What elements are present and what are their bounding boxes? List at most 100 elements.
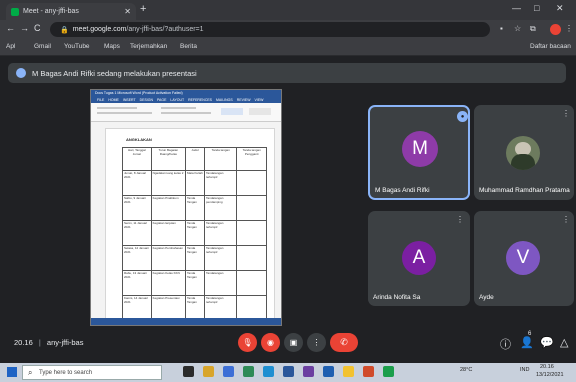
activities-icon[interactable]: △ [560, 336, 568, 349]
extensions-icon[interactable]: ⧉ [530, 24, 536, 34]
table-cell: Tandatangan [204, 270, 238, 296]
camera-indicator-icon[interactable]: ▪ [500, 24, 503, 33]
table-cell: Kegiatan Presentasi [150, 295, 187, 321]
bookmark-news[interactable]: Berita [180, 43, 197, 50]
table-header-cell: Tanda tangan [204, 147, 238, 171]
close-window-button[interactable]: ✕ [556, 3, 564, 14]
browser-menu-icon[interactable]: ⋮ [565, 24, 573, 33]
presenter-avatar-icon [16, 68, 26, 78]
table-cell: Kamis, 14 Januari 2021 [122, 295, 152, 321]
app-icon[interactable] [383, 366, 394, 377]
people-count-badge: 6 [528, 331, 532, 337]
bookmark-apps[interactable]: Apl [6, 43, 15, 50]
mail-icon[interactable] [263, 366, 274, 377]
star-icon[interactable]: ☆ [514, 24, 521, 33]
word-ribbon [91, 103, 281, 122]
participant-tile[interactable]: ⋮ A Arinda Nofita Sa [368, 211, 470, 306]
table-cell: Mata Kuliah [184, 170, 206, 196]
table-cell [236, 245, 267, 271]
clock-date[interactable]: 13/12/2021 [536, 372, 564, 378]
taskbar-search-input[interactable]: ⌕ Type here to search [22, 365, 162, 380]
table-cell: Rabu, 13 Januari 2021 [122, 270, 152, 296]
table-cell: Jumat, 8 Januari 2021 [122, 170, 152, 196]
doc-table: Hari, Tanggal Jumat Turun Bagaian Ruang/… [122, 147, 267, 321]
maximize-button[interactable]: □ [534, 3, 539, 13]
table-cell [236, 170, 267, 196]
presenting-banner: M Bagas Andi Rifki sedang melakukan pres… [8, 63, 566, 83]
app-icon[interactable] [323, 366, 334, 377]
more-options-icon[interactable]: ⋮ [456, 215, 464, 224]
present-button[interactable]: ▣ [284, 333, 303, 352]
lock-icon: 🔒 [60, 26, 69, 34]
profile-avatar[interactable] [550, 24, 561, 35]
windows-start-icon[interactable] [7, 367, 17, 377]
edge-icon[interactable] [243, 366, 254, 377]
task-view-icon[interactable] [183, 366, 194, 377]
word-statusbar [91, 318, 281, 325]
table-cell: Tandatangan terlampir [204, 295, 238, 321]
participant-tile[interactable]: ● M M Bagas Andi Rifki [368, 105, 470, 200]
doc-heading: ANGKLAKAN [126, 137, 152, 142]
more-options-button[interactable]: ⋮ [307, 333, 326, 352]
meeting-time: 20.16 [14, 338, 33, 347]
participant-name: M Bagas Andi Rifki [375, 187, 430, 194]
table-cell: Tandatangan terlampir [204, 170, 238, 196]
participant-name: Ayde [479, 294, 494, 301]
table-header-cell: Judul [184, 147, 206, 171]
ribbon-tab: FILE [97, 98, 105, 102]
avatar: M [402, 131, 438, 167]
participant-tile[interactable]: ⋮ V Ayde [474, 211, 574, 306]
store-icon[interactable] [223, 366, 234, 377]
url-host: meet.google.com [72, 26, 127, 33]
app-icon[interactable] [303, 366, 314, 377]
close-tab-icon[interactable]: ✕ [124, 7, 131, 16]
people-icon[interactable]: 👤 [520, 336, 534, 349]
clock-time[interactable]: 20.16 [540, 364, 554, 370]
shared-screen: Docs Tugas 1 Microsoft Word (Product Act… [90, 89, 282, 326]
more-options-icon[interactable]: ⋮ [562, 215, 570, 224]
bookmark-youtube[interactable]: YouTube [64, 43, 90, 50]
table-cell: Kegiatan lanjutan [150, 220, 187, 246]
table-cell: Selasa, 12 Januari 2021 [122, 245, 152, 271]
url-path: /any-jffi-bas/?authuser=1 [126, 26, 204, 33]
bookmark-maps[interactable]: Maps [104, 43, 120, 50]
participant-name: Muhammad Ramdhan Pratama [479, 187, 570, 194]
table-cell: Tandatangan pendamping [204, 195, 238, 221]
table-row: Senin, 11 Januari 2021 Kegiatan lanjutan… [122, 220, 267, 246]
forward-button[interactable]: → [20, 23, 29, 33]
bookmark-translate[interactable]: Terjemahkan [130, 43, 167, 50]
file-explorer-icon[interactable] [203, 366, 214, 377]
ribbon-tab: PAGE LAYOUT [156, 98, 185, 102]
bookmark-gmail[interactable]: Gmail [34, 43, 51, 50]
table-cell: Tanda Tangan [184, 270, 206, 296]
table-row: Jumat, 8 Januari 2021 Ngadalat ruang kel… [122, 170, 267, 196]
chat-icon[interactable]: 💬 [540, 336, 554, 349]
microphone-button[interactable]: 🎙 [238, 333, 257, 352]
browser-tab[interactable]: Meet - any-jffi-bas ✕ [6, 3, 136, 20]
meeting-code: any-jffi-bas [46, 338, 84, 347]
table-header-cell: Turun Bagaian Ruang/Kelas [150, 147, 187, 171]
language-indicator[interactable]: IND [520, 367, 529, 373]
leave-call-button[interactable]: ✆ [330, 333, 358, 352]
new-tab-button[interactable]: + [140, 3, 146, 15]
chrome-icon[interactable] [343, 366, 354, 377]
speaking-indicator-icon: ● [457, 111, 468, 122]
participant-tile[interactable]: ⋮ Muhammad Ramdhan Pratama [474, 105, 574, 200]
camera-button[interactable]: ◉ [261, 333, 280, 352]
app-icon[interactable] [363, 366, 374, 377]
participant-name: Arinda Nofita Sa [373, 294, 421, 301]
search-icon: ⌕ [28, 368, 33, 377]
word-icon[interactable] [283, 366, 294, 377]
reload-button[interactable]: C [34, 23, 41, 33]
address-field[interactable]: 🔒 meet.google.com /any-jffi-bas/?authuse… [50, 22, 490, 37]
table-cell [236, 220, 267, 246]
more-options-icon[interactable]: ⋮ [562, 109, 570, 118]
avatar: A [402, 241, 436, 275]
weather-indicator[interactable]: 28°C [460, 367, 472, 373]
table-cell: Kegiatan Pembahasan [150, 245, 187, 271]
minimize-button[interactable]: — [512, 3, 521, 13]
info-icon[interactable]: ⓘ [500, 336, 511, 352]
reading-list-button[interactable]: Daftar bacaan [530, 43, 571, 50]
back-button[interactable]: ← [6, 23, 15, 33]
ribbon-tab: REVIEW [236, 98, 251, 102]
